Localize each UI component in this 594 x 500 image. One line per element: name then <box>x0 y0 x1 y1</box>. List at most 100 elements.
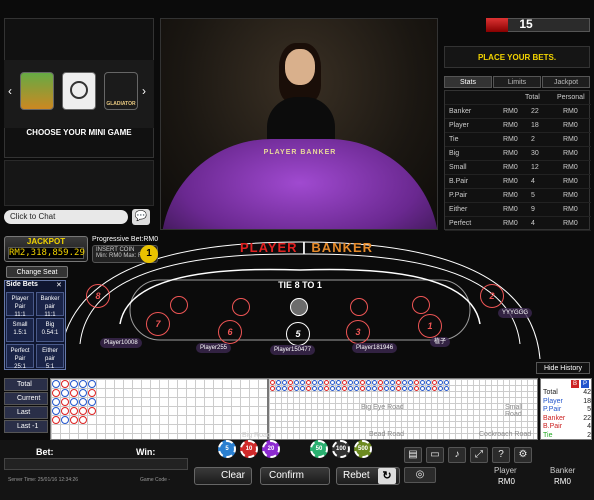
carousel-left-arrow-icon[interactable]: ‹ <box>8 84 12 98</box>
big-road-marker <box>366 386 371 391</box>
hide-history-button[interactable]: Hide History <box>536 362 590 374</box>
chat-bubble-icon[interactable]: 💬 <box>132 209 150 225</box>
change-seat-button[interactable]: Change Seat <box>6 266 68 278</box>
side-bet-cell[interactable]: Small 1.5:1 <box>6 318 34 342</box>
big-road-marker <box>402 386 407 391</box>
big-road-marker <box>390 380 395 385</box>
big-road-marker <box>444 380 449 385</box>
chip-50[interactable]: 50 <box>310 440 328 458</box>
video-table-label: PLAYER BANKER <box>263 149 337 156</box>
chip-stack-icon[interactable]: ▤ <box>404 447 422 463</box>
road-btn-current[interactable]: Current <box>4 392 48 405</box>
clear-button[interactable]: Clear <box>194 467 252 485</box>
coin-icon[interactable]: 1 <box>140 245 158 263</box>
big-road-marker <box>276 386 281 391</box>
bead-road-grid <box>50 378 268 440</box>
big-road-marker <box>294 380 299 385</box>
bet-spot-2[interactable] <box>232 298 250 316</box>
big-road-marker <box>348 380 353 385</box>
count-label: Player <box>543 397 563 405</box>
tie-bet-area[interactable]: TIE 8 TO 1 <box>260 280 340 290</box>
chip-5[interactable]: 5 <box>218 440 236 458</box>
bead-marker <box>52 380 60 388</box>
bet-spot-1[interactable] <box>170 296 188 314</box>
mini-game-thumb-gladiator[interactable]: GLADIATOR <box>104 72 138 110</box>
progressive-bet: Progressive Bet:RM0 <box>92 236 159 243</box>
tab-stats[interactable]: Stats <box>444 76 492 88</box>
big-road-marker <box>288 386 293 391</box>
side-bet-cell[interactable]: Banker pair 11:1 <box>36 292 64 318</box>
big-road-marker <box>408 380 413 385</box>
player-badge: P <box>581 380 589 388</box>
bet-spot-4[interactable] <box>350 298 368 316</box>
status-message: PLACE YOUR BETS. <box>444 46 590 68</box>
chip-10[interactable]: 10 <box>240 440 258 458</box>
stats-personal: RM0 <box>563 122 578 129</box>
side-bet-cell[interactable]: Perfect Pair 25:1 <box>6 344 34 370</box>
road-btn-total[interactable]: Total <box>4 378 48 391</box>
big-road-marker <box>330 380 335 385</box>
big-road-marker <box>342 386 347 391</box>
seat-5[interactable]: 5 <box>286 322 310 346</box>
chat-input[interactable]: Click to Chat <box>4 210 128 224</box>
stats-row: P.Pair RM0 5 RM0 <box>445 189 591 203</box>
big-road-marker <box>360 380 365 385</box>
mini-game-thumb-1[interactable] <box>20 72 54 110</box>
side-bet-cell[interactable]: Player Pair 11:1 <box>6 292 34 318</box>
rebet-icon[interactable]: ↻ <box>378 468 396 484</box>
bead-marker <box>52 407 60 415</box>
bet-spot-5[interactable] <box>412 296 430 314</box>
count-label: Tie <box>543 431 553 439</box>
player-tag-5: 植子 <box>430 337 451 347</box>
big-road-marker <box>426 380 431 385</box>
chip-tray-icon[interactable]: ◎ <box>404 467 436 483</box>
settings-gear-icon[interactable]: ⚙ <box>514 447 532 463</box>
seat-8[interactable]: 8 <box>86 284 110 308</box>
seat-6[interactable]: 6 <box>218 320 242 344</box>
chip-500[interactable]: 500 <box>354 440 372 458</box>
mini-game-thumb-2[interactable] <box>62 72 96 110</box>
close-icon[interactable]: ✕ <box>56 281 62 289</box>
confirm-button[interactable]: Confirm <box>260 467 330 485</box>
video-icon[interactable]: ▭ <box>426 447 444 463</box>
road-btn-last[interactable]: Last <box>4 406 48 419</box>
jackpot-title: JACKPOT <box>26 237 66 246</box>
count-row: Total 42 <box>543 389 591 397</box>
stats-total: 4 <box>531 220 535 227</box>
game-code: Game Code - <box>140 477 171 483</box>
side-bet-cell[interactable]: Either pair 5:1 <box>36 344 64 370</box>
count-value: 18 <box>583 397 591 405</box>
stats-personal: RM0 <box>563 136 578 143</box>
bead-marker <box>61 416 69 424</box>
big-road-marker <box>408 386 413 391</box>
seat-2[interactable]: 2 <box>480 284 504 308</box>
stats-name: P.Pair <box>449 192 468 199</box>
seat-3[interactable]: 3 <box>346 320 370 344</box>
server-time: Server Time: 25/01/16 12:34:26 <box>8 477 79 483</box>
tab-limits[interactable]: Limits <box>493 76 541 88</box>
big-road-marker <box>324 386 329 391</box>
side-bet-cell[interactable]: Big 0.54:1 <box>36 318 64 342</box>
bead-marker <box>61 380 69 388</box>
stats-name: Perfect <box>449 220 472 227</box>
seat-1[interactable]: 1 <box>418 314 442 338</box>
bet-amount-display <box>4 458 188 470</box>
stats-name: Either <box>449 206 468 213</box>
bet-spot-3[interactable] <box>290 298 308 316</box>
chip-20[interactable]: 20 <box>262 440 280 458</box>
road-btn-last-1[interactable]: Last -1 <box>4 420 48 433</box>
stats-row: Small RM0 12 RM0 <box>445 161 591 175</box>
seat-7[interactable]: 7 <box>146 312 170 336</box>
side-bet-odds: 0.54:1 <box>41 330 59 336</box>
help-icon[interactable]: ? <box>492 447 510 463</box>
tab-jackpot[interactable]: Jackpot <box>542 76 590 88</box>
chip-100[interactable]: 100 <box>332 440 350 458</box>
bead-marker <box>61 398 69 406</box>
side-bet-label: Banker pair <box>40 296 60 310</box>
carousel-right-arrow-icon[interactable]: › <box>142 84 146 98</box>
count-label: B.Pair <box>543 423 563 430</box>
title-separator: | <box>297 240 312 255</box>
fullscreen-icon[interactable]: ⤢ <box>470 447 488 463</box>
sound-icon[interactable]: ♪ <box>448 447 466 463</box>
big-road-marker <box>402 380 407 385</box>
